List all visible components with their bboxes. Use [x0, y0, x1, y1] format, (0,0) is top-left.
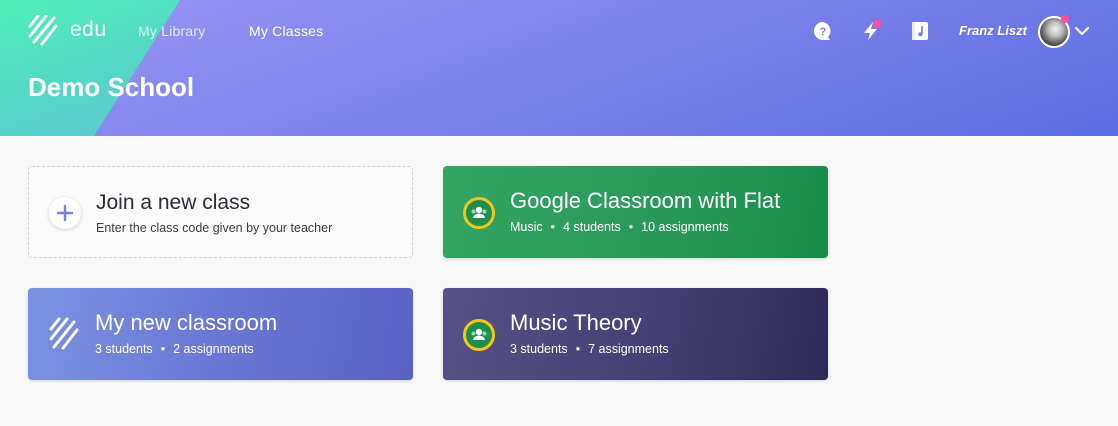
header: edu My Library My Classes Demo School ? … — [0, 0, 1118, 136]
google-classroom-icon — [463, 197, 495, 229]
class-meta: 3 students • 7 assignments — [510, 342, 669, 356]
school-title: Demo School — [28, 72, 195, 102]
nav-my-library[interactable]: My Library — [138, 23, 205, 39]
svg-text:?: ? — [820, 26, 827, 38]
plus-icon — [49, 197, 81, 229]
flat-logo-icon — [49, 317, 79, 350]
user-name[interactable]: Franz Liszt — [959, 23, 1027, 38]
google-classroom-icon — [463, 319, 495, 351]
avatar-notification-dot — [1061, 15, 1069, 23]
class-assignments: 7 assignments — [588, 342, 669, 356]
nav-my-classes[interactable]: My Classes — [249, 23, 323, 39]
class-students: 4 students — [563, 220, 621, 234]
class-title: My new classroom — [95, 310, 278, 335]
class-meta: 3 students • 2 assignments — [95, 342, 254, 356]
chevron-down-icon[interactable] — [1074, 24, 1090, 38]
class-card-google-classroom[interactable]: Google Classroom with Flat Music • 4 stude… — [443, 166, 828, 258]
music-book-icon[interactable] — [909, 20, 931, 42]
class-subject: Music — [510, 220, 543, 234]
class-students: 3 students — [95, 342, 153, 356]
class-meta: Music • 4 students • 10 assignments — [510, 220, 729, 234]
flat-logo-icon[interactable] — [28, 15, 60, 47]
notification-dot — [873, 20, 881, 28]
help-icon[interactable]: ? — [812, 20, 834, 42]
class-assignments: 10 assignments — [641, 220, 729, 234]
class-students: 3 students — [510, 342, 568, 356]
class-card-music-theory[interactable]: Music Theory 3 students • 7 assignments — [443, 288, 828, 380]
join-class-card[interactable]: Join a new class Enter the class code gi… — [28, 166, 413, 258]
class-assignments: 2 assignments — [173, 342, 254, 356]
join-class-title: Join a new class — [96, 191, 251, 214]
class-card-my-new-classroom[interactable]: My new classroom 3 students • 2 assignment… — [28, 288, 413, 380]
join-class-subtitle: Enter the class code given by your teach… — [96, 221, 333, 235]
logo-text[interactable]: edu — [70, 18, 107, 42]
class-title: Google Classroom with Flat — [510, 188, 781, 213]
class-title: Music Theory — [510, 310, 642, 335]
